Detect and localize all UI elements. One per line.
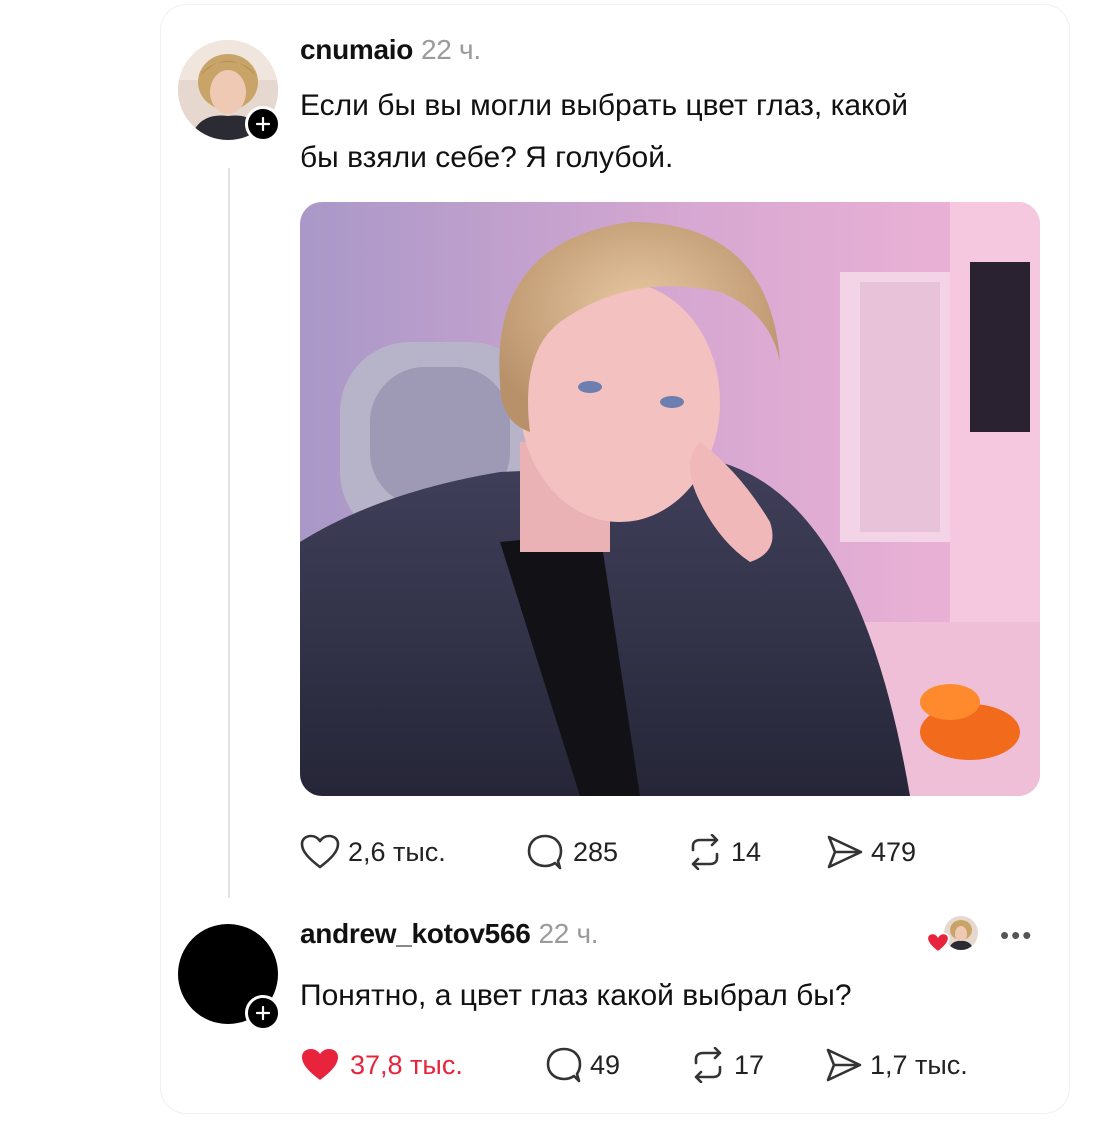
reply-repost-button[interactable]: 17 (688, 1047, 824, 1083)
post-share-button[interactable]: 479 (825, 834, 965, 870)
post-text-line-1: Если бы вы могли выбрать цвет глаз, како… (300, 89, 908, 122)
post-username[interactable]: cnumaio (300, 34, 413, 65)
post-comment-button[interactable]: 285 (525, 833, 685, 871)
post-header: cnumaio 22 ч. (300, 34, 481, 66)
post-timestamp: 22 ч. (421, 34, 481, 65)
post-image[interactable] (300, 202, 1040, 796)
selfie-photo (300, 202, 1040, 796)
post-repost-count: 14 (731, 836, 762, 867)
heart-icon (926, 932, 950, 954)
reply-repost-count: 17 (734, 1049, 765, 1080)
repost-icon (694, 1047, 722, 1083)
reply-timestamp: 22 ч. (538, 918, 599, 949)
reply-username[interactable]: andrew_kotov566 (300, 918, 531, 949)
reply-like-button[interactable]: 37,8 тыс. (300, 1047, 544, 1083)
speech-bubble-icon (546, 1047, 582, 1083)
more-icon[interactable]: ••• (1000, 920, 1033, 951)
speech-bubble-icon (527, 834, 563, 870)
post-like-button[interactable]: 2,6 тыс. (300, 834, 525, 870)
repost-icon (691, 834, 719, 870)
reply-comment-button[interactable]: 49 (544, 1046, 688, 1084)
heart-icon (300, 834, 340, 869)
reply-share-button[interactable]: 1,7 тыс. (824, 1047, 1004, 1083)
post-actions: 2,6 тыс. 285 14 479 (300, 832, 965, 872)
liked-by-author-badge (926, 916, 982, 956)
post-share-count: 479 (871, 836, 917, 867)
reply-header: andrew_kotov566 22 ч. (300, 918, 599, 950)
reply-comment-count: 49 (590, 1049, 621, 1080)
thread-connector-line (228, 168, 230, 898)
post-repost-button[interactable]: 14 (685, 834, 825, 870)
post-comment-count: 285 (573, 836, 619, 867)
reply-text-line: Понятно, а цвет глаз какой выбрал бы? (300, 979, 852, 1012)
reply-text: Понятно, а цвет глаз какой выбрал бы? (300, 970, 1040, 1022)
plus-icon (256, 117, 270, 131)
plus-icon (256, 1006, 270, 1020)
reply-share-count: 1,7 тыс. (870, 1049, 968, 1080)
heart-icon (302, 1049, 338, 1080)
post-text: Если бы вы могли выбрать цвет глаз, како… (300, 80, 1040, 184)
reply-follow-button[interactable] (245, 995, 281, 1031)
follow-button[interactable] (245, 106, 281, 142)
send-icon (826, 1048, 862, 1082)
reply-actions: 37,8 тыс. 49 17 1,7 тыс. (300, 1045, 1004, 1085)
reply-like-count: 37,8 тыс. (350, 1049, 463, 1080)
post-text-line-2: бы взяли себе? Я голубой. (300, 141, 674, 174)
send-icon (827, 835, 863, 869)
post-like-count: 2,6 тыс. (348, 836, 446, 867)
